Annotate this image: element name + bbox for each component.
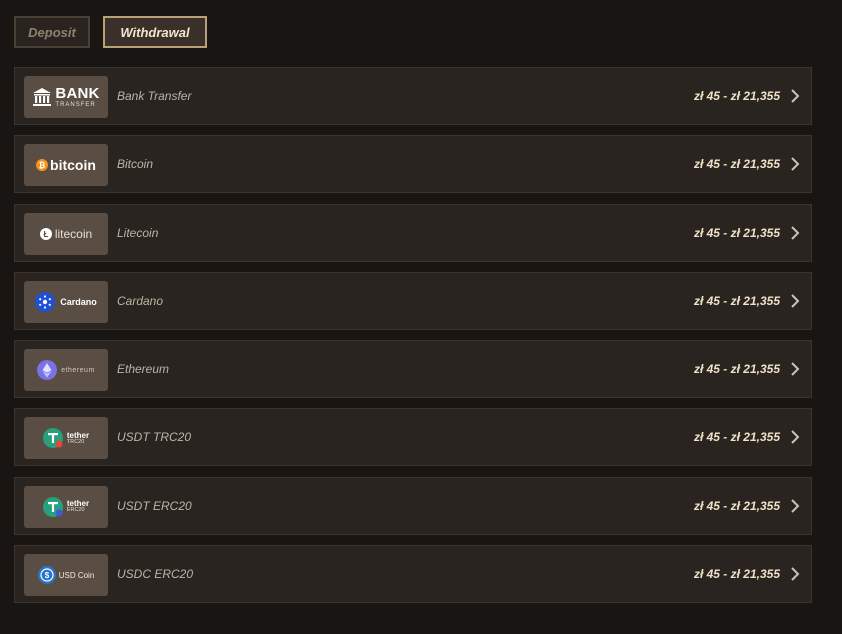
- payment-method-row[interactable]: ethereum Ethereum zł 45 - zł 21,355: [14, 340, 812, 399]
- method-name: Bank Transfer: [117, 89, 192, 103]
- method-range: zł 45 - zł 21,355: [693, 89, 780, 103]
- svg-text:₿: ₿: [39, 161, 46, 170]
- litecoin-icon: Ł: [39, 227, 52, 240]
- chevron-right-icon: [791, 430, 800, 445]
- chevron-right-icon: [791, 225, 800, 240]
- ethereum-icon: [37, 360, 58, 381]
- method-range: zł 45 - zł 21,355: [693, 362, 780, 377]
- litecoin-logo: Ł litecoin: [24, 212, 108, 255]
- svg-text:$: $: [44, 571, 49, 580]
- payment-method-row[interactable]: ₿ bitcoin Bitcoin zł 45 - zł 21,355: [14, 135, 812, 194]
- chevron-right-icon: [791, 157, 800, 172]
- method-range: zł 45 - zł 21,355: [693, 293, 780, 308]
- bank-transfer-logo: BANK TRANSFER: [24, 76, 108, 118]
- logo-subtext: TRC20: [66, 438, 85, 445]
- bitcoin-logo: ₿ bitcoin: [24, 144, 108, 187]
- tether-trc20-logo: tether TRC20: [24, 417, 108, 460]
- payment-method-row[interactable]: Ł litecoin Litecoin zł 45 - zł 21,355: [14, 203, 812, 262]
- tether-erc20-logo: tether ERC20: [24, 485, 108, 528]
- logo-subtext: ERC20: [66, 507, 85, 514]
- logo-text: USD Coin: [58, 570, 95, 580]
- method-name: USDT TRC20: [117, 430, 192, 445]
- method-name: Litecoin: [117, 225, 159, 240]
- bitcoin-icon: ₿: [36, 159, 49, 172]
- usd-coin-logo: $ USD Coin: [24, 554, 108, 597]
- logo-text: BANK: [55, 85, 100, 102]
- method-range: zł 45 - zł 21,355: [693, 430, 780, 445]
- bank-building-icon: [33, 88, 52, 106]
- method-range: zł 45 - zł 21,355: [693, 498, 780, 513]
- tether-icon: [42, 496, 63, 517]
- payment-method-row[interactable]: Cardano Cardano zł 45 - zł 21,355: [14, 271, 812, 330]
- logo-text: bitcoin: [50, 157, 96, 174]
- chevron-right-icon: [791, 567, 800, 581]
- logo-text: ethereum: [61, 366, 95, 374]
- method-name: USDC ERC20: [117, 567, 194, 582]
- chevron-right-icon: [791, 362, 800, 376]
- cardano-logo: Cardano: [24, 280, 108, 323]
- chevron-right-icon: [791, 89, 800, 103]
- logo-text: litecoin: [54, 226, 93, 241]
- tether-icon: [42, 428, 63, 449]
- tab-deposit[interactable]: Deposit: [14, 16, 90, 48]
- method-name: Cardano: [117, 293, 164, 308]
- tab-withdrawal[interactable]: Withdrawal: [103, 16, 207, 48]
- method-range: zł 45 - zł 21,355: [693, 225, 780, 240]
- payment-method-row[interactable]: tether ERC20 USDT ERC20 zł 45 - zł 21,35…: [14, 476, 812, 535]
- method-range: zł 45 - zł 21,355: [693, 567, 780, 582]
- payment-method-row[interactable]: $ USD Coin USDC ERC20 zł 45 - zł 21,355: [14, 545, 812, 604]
- method-name: Bitcoin: [117, 157, 154, 172]
- svg-text:Ł: Ł: [43, 230, 48, 239]
- payment-method-row[interactable]: BANK TRANSFER Bank Transfer zł 45 - zł 2…: [14, 67, 812, 125]
- method-name: Ethereum: [117, 362, 170, 377]
- payment-methods-list: BANK TRANSFER Bank Transfer zł 45 - zł 2…: [14, 67, 812, 613]
- cardano-icon: [35, 291, 56, 312]
- method-name: USDT ERC20: [117, 498, 192, 513]
- method-range: zł 45 - zł 21,355: [693, 157, 780, 172]
- chevron-right-icon: [791, 499, 800, 513]
- payment-tabs: Deposit Withdrawal: [14, 16, 207, 48]
- payment-method-row[interactable]: tether TRC20 USDT TRC20 zł 45 - zł 21,35…: [14, 408, 812, 467]
- ethereum-logo: ethereum: [24, 349, 108, 392]
- logo-subtext: TRANSFER: [55, 102, 96, 108]
- usdc-icon: $: [37, 566, 56, 585]
- logo-text: Cardano: [60, 296, 97, 307]
- chevron-right-icon: [791, 294, 800, 308]
